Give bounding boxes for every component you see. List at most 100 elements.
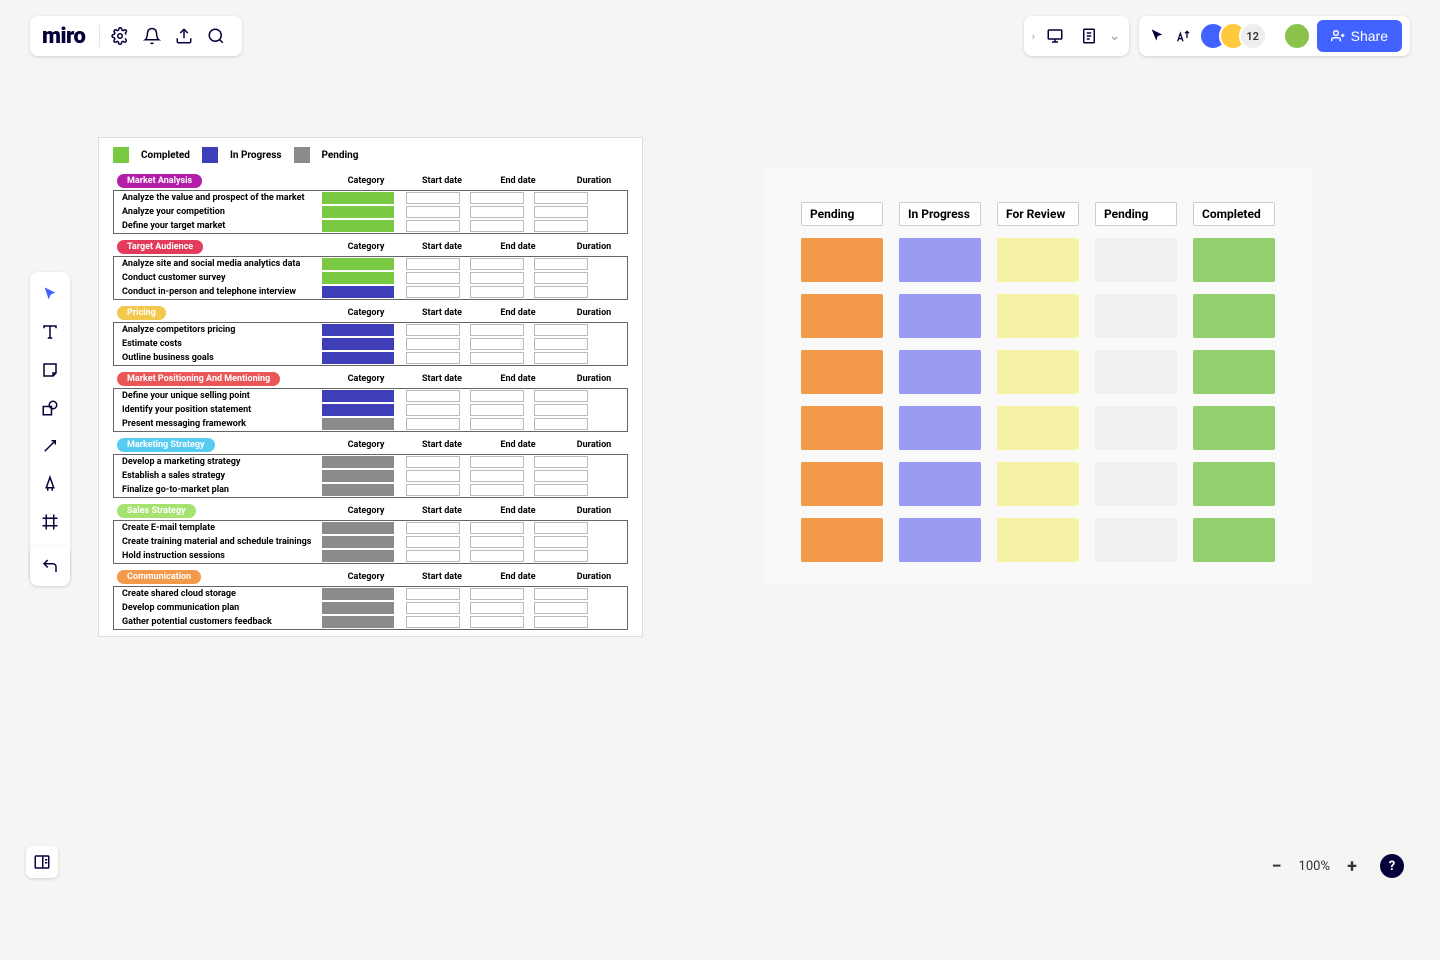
pen-tool[interactable]	[38, 472, 62, 496]
cursor-icon[interactable]	[1147, 26, 1167, 46]
start-date-cell[interactable]	[406, 352, 460, 364]
kanban-card[interactable]	[1193, 518, 1275, 562]
section-box[interactable]: Develop a marketing strategy Establish a…	[113, 454, 628, 498]
category-cell[interactable]	[322, 338, 394, 350]
duration-cell[interactable]	[534, 470, 588, 482]
section-tag[interactable]: Communication	[117, 570, 201, 584]
kanban-card[interactable]	[899, 238, 981, 282]
duration-cell[interactable]	[534, 206, 588, 218]
end-date-cell[interactable]	[470, 616, 524, 628]
settings-button[interactable]	[106, 22, 134, 50]
present-button[interactable]	[1041, 22, 1069, 50]
kanban-card[interactable]	[997, 518, 1079, 562]
section-tag[interactable]: Marketing Strategy	[117, 438, 215, 452]
task-row[interactable]: Analyze competitors pricing	[114, 323, 627, 337]
sticky-tool[interactable]	[38, 358, 62, 382]
section-tag[interactable]: Market Positioning And Mentioning	[117, 372, 280, 386]
end-date-cell[interactable]	[470, 522, 524, 534]
category-cell[interactable]	[322, 418, 394, 430]
task-row[interactable]: Conduct customer survey	[114, 271, 627, 285]
task-row[interactable]: Conduct in-person and telephone intervie…	[114, 285, 627, 299]
zoom-value[interactable]: 100%	[1299, 859, 1330, 874]
section-tag[interactable]: Pricing	[117, 306, 166, 320]
panel-toggle-button[interactable]	[26, 846, 58, 878]
kanban-card[interactable]	[899, 462, 981, 506]
duration-cell[interactable]	[534, 616, 588, 628]
duration-cell[interactable]	[534, 536, 588, 548]
task-row[interactable]: Present messaging framework	[114, 417, 627, 431]
start-date-cell[interactable]	[406, 602, 460, 614]
category-cell[interactable]	[322, 286, 394, 298]
section-box[interactable]: Analyze competitors pricing Estimate cos…	[113, 322, 628, 366]
line-tool[interactable]	[38, 434, 62, 458]
category-cell[interactable]	[322, 522, 394, 534]
category-cell[interactable]	[322, 220, 394, 232]
end-date-cell[interactable]	[470, 602, 524, 614]
start-date-cell[interactable]	[406, 404, 460, 416]
kanban-card[interactable]	[1095, 518, 1177, 562]
category-cell[interactable]	[322, 456, 394, 468]
start-date-cell[interactable]	[406, 324, 460, 336]
kanban-card[interactable]	[997, 238, 1079, 282]
duration-cell[interactable]	[534, 220, 588, 232]
chevron-right-icon[interactable]: ›	[1032, 30, 1035, 43]
kanban-card[interactable]	[801, 518, 883, 562]
duration-cell[interactable]	[534, 338, 588, 350]
section-tag[interactable]: Target Audience	[117, 240, 203, 254]
duration-cell[interactable]	[534, 418, 588, 430]
duration-cell[interactable]	[534, 192, 588, 204]
duration-cell[interactable]	[534, 484, 588, 496]
task-row[interactable]: Analyze the value and prospect of the ma…	[114, 191, 627, 205]
end-date-cell[interactable]	[470, 286, 524, 298]
text-tool[interactable]	[38, 320, 62, 344]
kanban-frame[interactable]: PendingIn ProgressFor ReviewPendingCompl…	[765, 168, 1311, 585]
kanban-card[interactable]	[1193, 462, 1275, 506]
task-row[interactable]: Identify your position statement	[114, 403, 627, 417]
category-cell[interactable]	[322, 192, 394, 204]
end-date-cell[interactable]	[470, 206, 524, 218]
end-date-cell[interactable]	[470, 338, 524, 350]
search-button[interactable]	[202, 22, 230, 50]
category-cell[interactable]	[322, 616, 394, 628]
zoom-out-button[interactable]: −	[1265, 854, 1289, 878]
plan-frame[interactable]: Completed In Progress Pending Market Ana…	[98, 137, 643, 637]
start-date-cell[interactable]	[406, 536, 460, 548]
start-date-cell[interactable]	[406, 484, 460, 496]
task-row[interactable]: Define your target market	[114, 219, 627, 233]
category-cell[interactable]	[322, 550, 394, 562]
kanban-column-header[interactable]: Pending	[1095, 202, 1177, 226]
task-row[interactable]: Gather potential customers feedback	[114, 615, 627, 629]
kanban-card[interactable]	[1193, 350, 1275, 394]
kanban-card[interactable]	[1095, 462, 1177, 506]
duration-cell[interactable]	[534, 456, 588, 468]
duration-cell[interactable]	[534, 286, 588, 298]
category-cell[interactable]	[322, 352, 394, 364]
reactions-icon[interactable]	[1173, 26, 1193, 46]
start-date-cell[interactable]	[406, 588, 460, 600]
task-row[interactable]: Establish a sales strategy	[114, 469, 627, 483]
category-cell[interactable]	[322, 272, 394, 284]
kanban-card[interactable]	[1193, 294, 1275, 338]
select-tool[interactable]	[38, 282, 62, 306]
section-box[interactable]: Create E-mail template Create training m…	[113, 520, 628, 564]
task-row[interactable]: Finalize go-to-market plan	[114, 483, 627, 497]
end-date-cell[interactable]	[470, 390, 524, 402]
end-date-cell[interactable]	[470, 272, 524, 284]
task-row[interactable]: Create E-mail template	[114, 521, 627, 535]
end-date-cell[interactable]	[470, 220, 524, 232]
duration-cell[interactable]	[534, 352, 588, 364]
help-button[interactable]: ?	[1380, 854, 1404, 878]
start-date-cell[interactable]	[406, 390, 460, 402]
start-date-cell[interactable]	[406, 470, 460, 482]
kanban-card[interactable]	[801, 462, 883, 506]
category-cell[interactable]	[322, 390, 394, 402]
duration-cell[interactable]	[534, 272, 588, 284]
end-date-cell[interactable]	[470, 550, 524, 562]
category-cell[interactable]	[322, 324, 394, 336]
duration-cell[interactable]	[534, 258, 588, 270]
kanban-card[interactable]	[997, 406, 1079, 450]
start-date-cell[interactable]	[406, 616, 460, 628]
category-cell[interactable]	[322, 536, 394, 548]
section-box[interactable]: Analyze the value and prospect of the ma…	[113, 190, 628, 234]
start-date-cell[interactable]	[406, 220, 460, 232]
